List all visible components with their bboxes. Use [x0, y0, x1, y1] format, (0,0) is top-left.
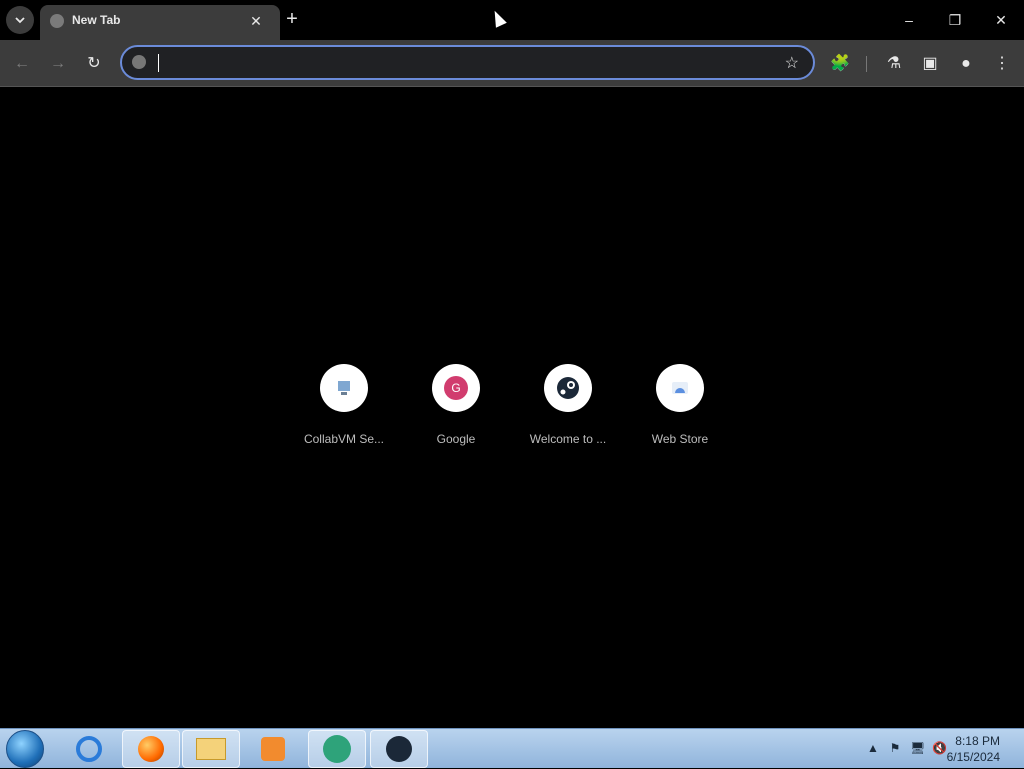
clock-date: 6/15/2024: [946, 750, 1000, 764]
taskbar: ▲ ⚑ 🖥 🔇 8:18 PM 6/15/2024: [0, 728, 1024, 768]
restore-button[interactable]: ❐: [940, 6, 970, 34]
tab-close-icon[interactable]: ✕: [246, 11, 266, 31]
clock[interactable]: 8:18 PM 6/15/2024: [947, 733, 1000, 765]
google-letter: G: [444, 376, 468, 400]
labs-icon[interactable]: ⚗: [880, 50, 908, 78]
system-tray: ▲ ⚑ 🖥 🔇 8:18 PM 6/15/2024: [824, 729, 1024, 769]
menu-icon[interactable]: ⋮: [988, 50, 1016, 78]
text-caret: [158, 54, 159, 72]
start-button[interactable]: [6, 730, 44, 768]
minimize-button[interactable]: –: [894, 6, 924, 34]
shortcut-label: Google: [436, 432, 476, 446]
ie-icon[interactable]: [60, 730, 118, 768]
toolbar-separator: [866, 56, 867, 72]
tab-favicon-icon: [50, 14, 64, 28]
collabvm-icon: [320, 364, 368, 412]
tab-new-tab[interactable]: New Tab ✕: [40, 5, 280, 40]
site-info-icon[interactable]: [132, 55, 146, 69]
title-bar: New Tab ✕ + – ❐ ✕: [0, 0, 1024, 40]
back-button[interactable]: ←: [8, 50, 36, 78]
address-bar[interactable]: ☆: [120, 45, 815, 80]
google-icon: G: [432, 364, 480, 412]
tray-up-arrow-icon[interactable]: ▲: [866, 741, 880, 755]
browser-toolbar: ← → ↻ ☆ 🧩 ⚗ ▣ ● ⋮: [0, 40, 1024, 87]
app-icon[interactable]: [308, 730, 366, 768]
media-player-icon[interactable]: [244, 730, 302, 768]
clock-time: 8:18 PM: [955, 734, 1000, 748]
webstore-icon: [656, 364, 704, 412]
extensions-icon[interactable]: 🧩: [826, 50, 854, 78]
shortcut-steam[interactable]: Welcome to ...: [512, 364, 624, 446]
shortcut-google[interactable]: G Google: [400, 364, 512, 446]
shortcut-web-store[interactable]: Web Store: [624, 364, 736, 446]
new-tab-page: CollabVM Se... G Google Welcome to ... W…: [0, 88, 1024, 728]
shortcut-collabvm[interactable]: CollabVM Se...: [288, 364, 400, 446]
side-panel-icon[interactable]: ▣: [916, 50, 944, 78]
steam-icon: [544, 364, 592, 412]
tab-title: New Tab: [72, 13, 121, 27]
steam-taskbar-icon[interactable]: [370, 730, 428, 768]
network-icon[interactable]: 🖥: [910, 741, 925, 755]
firefox-icon[interactable]: [122, 730, 180, 768]
forward-button[interactable]: →: [44, 50, 72, 78]
action-center-flag-icon[interactable]: ⚑: [888, 741, 902, 755]
explorer-icon[interactable]: [182, 730, 240, 768]
shortcut-label: Web Store: [651, 432, 709, 446]
close-window-button[interactable]: ✕: [986, 6, 1016, 34]
chevron-down-icon: [15, 17, 25, 24]
tab-search-button[interactable]: [6, 6, 34, 34]
bookmark-star-icon[interactable]: ☆: [785, 53, 799, 73]
profile-avatar-icon[interactable]: ●: [952, 50, 980, 78]
reload-button[interactable]: ↻: [80, 50, 108, 78]
volume-muted-icon[interactable]: 🔇: [932, 741, 947, 755]
new-tab-button[interactable]: +: [280, 8, 304, 32]
shortcut-label: CollabVM Se...: [303, 432, 385, 446]
shortcut-label: Welcome to ...: [529, 432, 607, 446]
